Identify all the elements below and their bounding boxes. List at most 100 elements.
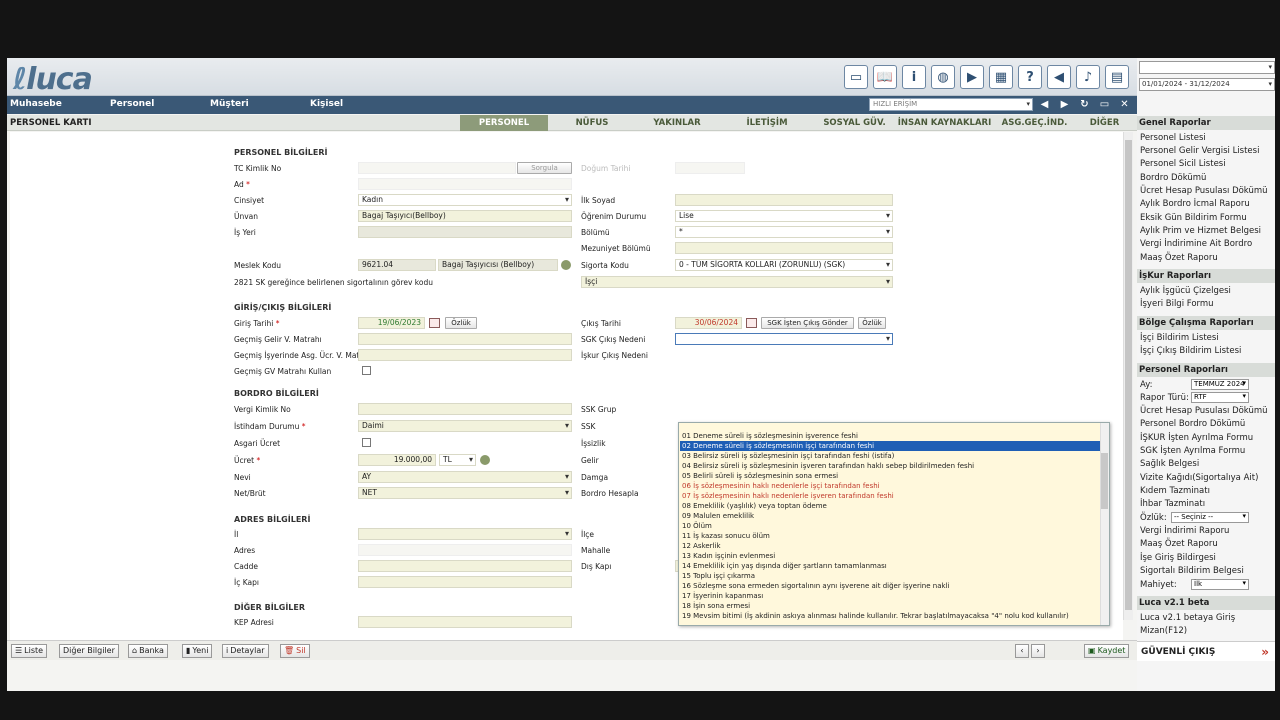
report-link[interactable]: Aylık İşgücü Çizelgesi bbox=[1140, 286, 1231, 296]
dropdown-option-selected[interactable]: 02 Deneme süreli iş sözleşmesinin işçi t… bbox=[680, 441, 1100, 451]
asgari-checkbox[interactable] bbox=[362, 438, 371, 447]
dropdown-option[interactable]: 10 Ölüm bbox=[682, 521, 712, 531]
youtube-icon[interactable]: ▶ bbox=[960, 65, 984, 89]
forward-icon[interactable]: ▶ bbox=[1058, 98, 1071, 111]
meslek-code-input[interactable]: 9621.04 bbox=[358, 259, 436, 271]
report-link[interactable]: Personel Listesi bbox=[1140, 133, 1206, 143]
tab-yakinlar[interactable]: YAKINLAR bbox=[647, 115, 707, 131]
giris-calendar-icon[interactable] bbox=[429, 318, 440, 328]
ozluk-select[interactable]: -- Seçiniz -- bbox=[1171, 512, 1249, 523]
nevi-select[interactable]: AY bbox=[358, 471, 572, 483]
gorev-select[interactable]: İşçi bbox=[581, 276, 893, 288]
report-link[interactable]: Vizite Kağıdı(Sigortalıya Ait) bbox=[1140, 473, 1258, 483]
sigorta-select[interactable]: 0 - TÜM SİGORTA KOLLARI (ZORUNLU) (SGK) bbox=[675, 259, 893, 271]
istihdam-select[interactable]: Daimi bbox=[358, 420, 572, 432]
ic-kapi-input[interactable] bbox=[358, 576, 572, 588]
megaphone-icon[interactable]: ◀ bbox=[1047, 65, 1071, 89]
quick-access-select[interactable]: HIZLI ERİŞİM ▾ bbox=[869, 98, 1033, 111]
dropdown-option[interactable]: 17 İşyerinin kapanması bbox=[682, 591, 763, 601]
gecmis-gelir-input[interactable] bbox=[358, 333, 572, 345]
menu-musteri[interactable]: Müşteri bbox=[210, 99, 249, 109]
bolumu-select[interactable]: * bbox=[675, 226, 893, 238]
help-icon[interactable]: ? bbox=[1018, 65, 1042, 89]
report-link[interactable]: Ücret Hesap Pusulası Dökümü bbox=[1140, 406, 1268, 416]
report-link[interactable]: İşyeri Bilgi Formu bbox=[1140, 299, 1214, 309]
dropdown-option[interactable]: 11 İş kazası sonucu ölüm bbox=[682, 531, 770, 541]
report-link[interactable]: İhbar Tazminatı bbox=[1140, 499, 1205, 509]
period-select[interactable]: 01/01/2024 - 31/12/2024 bbox=[1139, 78, 1275, 91]
dropdown-option[interactable]: 08 Emeklilik (yaşlılık) veya toptan ödem… bbox=[682, 501, 827, 511]
report-link[interactable]: Personel Sicil Listesi bbox=[1140, 159, 1226, 169]
report-link[interactable]: Personel Bordro Dökümü bbox=[1140, 419, 1245, 429]
dropdown-option[interactable]: 05 Belirli süreli iş sözleşmesinin sona … bbox=[682, 471, 838, 481]
report-link[interactable]: Aylık Prim ve Hizmet Belgesi bbox=[1140, 226, 1261, 236]
dogum-input[interactable] bbox=[675, 162, 745, 174]
close-icon[interactable]: ✕ bbox=[1118, 98, 1131, 111]
dropdown-option[interactable]: 07 İş sözleşmesinin haklı nedenlerle işv… bbox=[682, 491, 894, 501]
book-icon[interactable]: 📖 bbox=[873, 65, 897, 89]
gecmis-isyeri-input[interactable] bbox=[358, 349, 572, 361]
tab-personel[interactable]: PERSONEL bbox=[460, 115, 548, 131]
dropdown-scroll-thumb[interactable] bbox=[1101, 453, 1108, 509]
liste-button[interactable]: ☰ Liste bbox=[11, 644, 48, 658]
tab-nufus[interactable]: NÜFUS bbox=[562, 115, 622, 131]
report-link[interactable]: Bordro Dökümü bbox=[1140, 173, 1206, 183]
vergi-input[interactable] bbox=[358, 403, 572, 415]
ogrenim-select[interactable]: Lise bbox=[675, 210, 893, 222]
il-select[interactable] bbox=[358, 528, 572, 540]
notes-icon[interactable]: ▤ bbox=[1105, 65, 1129, 89]
report-link[interactable]: İŞKUR İşten Ayrılma Formu bbox=[1140, 433, 1253, 443]
kep-input[interactable] bbox=[358, 616, 572, 628]
diger-bilgiler-button[interactable]: Diğer Bilgiler bbox=[59, 644, 119, 658]
dropdown-option[interactable]: 04 Belirsiz süreli iş sözleşmesinin işve… bbox=[682, 461, 974, 471]
report-link[interactable]: İşçi Çıkış Bildirim Listesi bbox=[1140, 346, 1241, 356]
report-link[interactable]: Sigortalı Bildirim Belgesi bbox=[1140, 566, 1244, 576]
calculator-icon[interactable]: ▦ bbox=[989, 65, 1013, 89]
sgk-cikis-gonder-button[interactable]: SGK İşten Çıkış Gönder bbox=[761, 317, 854, 329]
rapor-turu-select[interactable]: RTF bbox=[1191, 392, 1249, 403]
cikis-date-input[interactable]: 30/06/2024 bbox=[675, 317, 742, 329]
ilk-soyad-input[interactable] bbox=[675, 194, 893, 206]
ad-input[interactable] bbox=[358, 178, 572, 190]
yeni-button[interactable]: ▮ Yeni bbox=[182, 644, 213, 658]
report-link[interactable]: Personel Gelir Vergisi Listesi bbox=[1140, 146, 1259, 156]
report-link[interactable]: Ücret Hesap Pusulası Dökümü bbox=[1140, 186, 1268, 196]
giris-ozluk-button[interactable]: Özlük bbox=[445, 317, 477, 329]
next-record-button[interactable]: › bbox=[1031, 644, 1045, 658]
prev-record-button[interactable]: ‹ bbox=[1015, 644, 1029, 658]
mezuniyet-input[interactable] bbox=[675, 242, 893, 254]
cikis-ozluk-button[interactable]: Özlük bbox=[858, 317, 886, 329]
isyeri-input[interactable] bbox=[358, 226, 572, 238]
kaydet-button[interactable]: ▣ Kaydet bbox=[1084, 644, 1130, 658]
dropdown-option[interactable]: 16 Sözleşme sona ermeden sigortalının ay… bbox=[682, 581, 949, 591]
ucret-input[interactable]: 19.000,00 bbox=[358, 454, 436, 466]
sil-button[interactable]: 🗑 Sil bbox=[280, 644, 310, 658]
currency-select[interactable]: TL bbox=[439, 454, 476, 466]
meslek-name-input[interactable]: Bagaj Taşıyıcısı (Bellboy) bbox=[438, 259, 558, 271]
ay-select[interactable]: TEMMUZ 2024 bbox=[1191, 379, 1249, 390]
guvenli-cikis-button[interactable]: GÜVENLİ ÇIKIŞ» bbox=[1137, 641, 1275, 661]
report-link[interactable]: İşçi Bildirim Listesi bbox=[1140, 333, 1219, 343]
info-icon[interactable]: i bbox=[902, 65, 926, 89]
dropdown-option[interactable]: 19 Mevsim bitimi (İş akdinin askıya alın… bbox=[682, 611, 1069, 621]
cinsiyet-select[interactable]: Kadın bbox=[358, 194, 572, 206]
report-link[interactable]: SGK İşten Ayrılma Formu bbox=[1140, 446, 1245, 456]
adres-input[interactable] bbox=[358, 544, 572, 556]
report-link[interactable]: Vergi İndirimine Ait Bordro bbox=[1140, 239, 1252, 249]
tab-asg-gec-ind[interactable]: ASG.GEÇ.İND. bbox=[997, 115, 1072, 131]
detaylar-button[interactable]: i Detaylar bbox=[222, 644, 269, 658]
dropdown-option[interactable]: 12 Askerlik bbox=[682, 541, 721, 551]
dropdown-option[interactable]: 06 İş sözleşmesinin haklı nedenlerle işç… bbox=[682, 481, 880, 491]
ucret-info-icon[interactable] bbox=[480, 455, 490, 465]
dropdown-option[interactable]: 09 Malulen emeklilik bbox=[682, 511, 754, 521]
form-scrollbar[interactable] bbox=[1123, 132, 1133, 620]
company-select[interactable] bbox=[1139, 61, 1275, 74]
report-link[interactable]: Luca v2.1 betaya Giriş bbox=[1140, 613, 1235, 623]
report-link[interactable]: Eksik Gün Bildirim Formu bbox=[1140, 213, 1247, 223]
menu-kisisel[interactable]: Kişisel bbox=[310, 99, 343, 109]
netbrut-select[interactable]: NET bbox=[358, 487, 572, 499]
sgk-cikis-dropdown-list[interactable]: 01 Deneme süreli iş sözleşmesinin işvere… bbox=[678, 422, 1110, 626]
tab-sosyal-guv[interactable]: SOSYAL GÜV. bbox=[817, 115, 892, 131]
bell-icon[interactable]: ♪ bbox=[1076, 65, 1100, 89]
form-scroll-thumb[interactable] bbox=[1125, 140, 1132, 610]
